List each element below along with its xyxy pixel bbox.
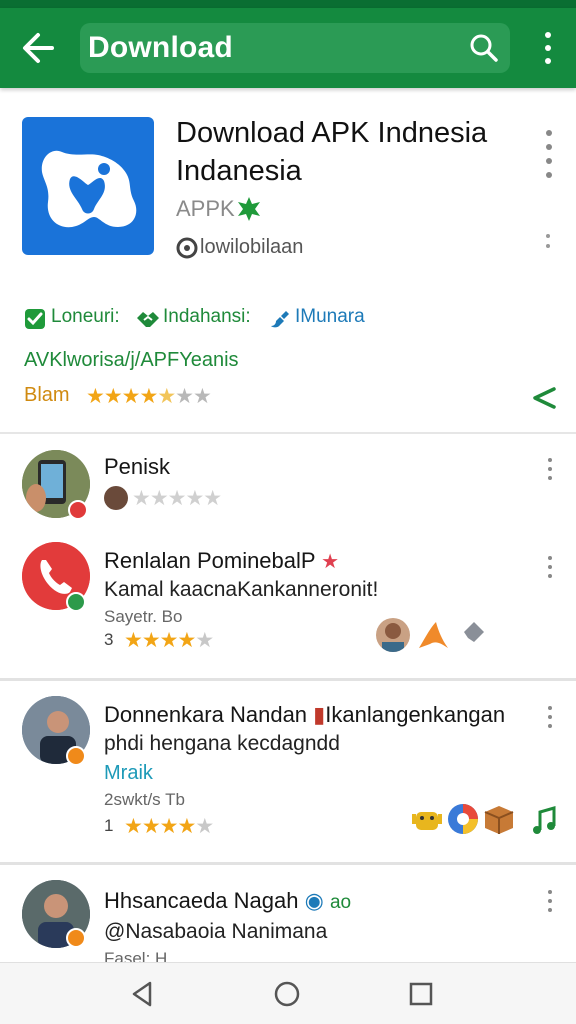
android-icon <box>410 802 444 836</box>
app-category: APPK <box>176 196 235 221</box>
app-title-line2: Indanesia <box>176 155 302 187</box>
home-nav-icon[interactable] <box>270 977 304 1011</box>
handshake-icon <box>136 308 159 330</box>
tags-row: Loneuri: Indahansi: IMunara <box>24 306 564 332</box>
search-bar[interactable]: Download <box>80 23 510 73</box>
pin-icon <box>454 618 488 652</box>
item-badge-icon <box>66 592 86 612</box>
item-title: Donnenkara Nandan ▮Ikanlangenkangan <box>104 702 506 727</box>
music-icon <box>530 806 558 836</box>
item-options-icon[interactable] <box>542 456 560 486</box>
browser-icon <box>446 802 480 836</box>
item-title: Hhsancaeda Nagah ◉ ao <box>104 888 352 913</box>
list-item[interactable]: Renlalan PominebalP ★ Kamal kaacnaKankan… <box>0 536 576 676</box>
item-title: Renlalan PominebalP ★ <box>104 548 340 573</box>
divider <box>0 432 576 434</box>
item-meta: Fasel: H <box>104 949 168 962</box>
search-icon[interactable] <box>468 32 500 64</box>
item-options-icon[interactable] <box>542 704 560 734</box>
reviewer-avatar <box>104 486 128 510</box>
item-stars: ★★★★★ <box>132 487 222 510</box>
reviewer-avatar <box>376 618 410 652</box>
app-details-screen: Download Download APK Indnesia Indanesia… <box>0 0 576 1024</box>
status-bar <box>0 0 576 8</box>
app-title-line1: Download APK Indnesia <box>176 117 488 149</box>
tag-label: Loneuri: <box>51 306 120 327</box>
divider <box>0 862 576 865</box>
list-item[interactable]: Hhsancaeda Nagah ◉ ao @Nasabaoia Naniman… <box>0 872 576 962</box>
item-link[interactable]: Mraik <box>104 762 153 785</box>
item-options-icon[interactable] <box>542 554 560 584</box>
developer-icon <box>176 237 198 259</box>
tag-label: IMunara <box>295 306 365 327</box>
item-subtitle: Kamal kaacnaKankanneronit! <box>104 578 379 601</box>
package-icon <box>482 802 516 836</box>
item-meta: Sayetr. Bo <box>104 607 183 626</box>
check-badge-icon <box>24 308 46 330</box>
item-meta: 2swkt/s Tb <box>104 790 185 809</box>
item-stars: ★★★★★ <box>124 815 214 838</box>
item-subtitle: phdi hengana kecdagndd <box>104 732 340 755</box>
editors-choice-icon <box>236 196 262 222</box>
item-rating-count: 3 <box>104 630 114 649</box>
share-icon[interactable] <box>530 384 558 412</box>
item-options-icon[interactable] <box>542 888 560 918</box>
item-badge-icon <box>68 500 88 520</box>
app-subtitle: AVKlworisa/j/APFYeanis <box>24 349 239 371</box>
rating-stars: ★★★★★★★ <box>86 385 212 408</box>
system-nav-bar <box>0 962 576 1024</box>
overflow-menu-icon[interactable] <box>536 30 560 66</box>
item-rating-count: 1 <box>104 816 114 835</box>
hand-icon <box>416 618 450 652</box>
recents-nav-icon[interactable] <box>404 977 438 1011</box>
app-title: Download APK Indnesia Indanesia <box>176 114 526 190</box>
developer-name: lowilobilaan <box>200 236 304 258</box>
search-title: Download <box>88 31 233 64</box>
divider <box>0 678 576 681</box>
tag-label: Indahansi: <box>163 306 251 327</box>
rating-label: Blam <box>24 384 70 406</box>
list-item[interactable]: Donnenkara Nandan ▮Ikanlangenkangan phdi… <box>0 688 576 860</box>
item-stars: ★★★★★ <box>124 629 214 652</box>
app-options-icon[interactable] <box>540 128 558 184</box>
item-badge-icon <box>66 746 86 766</box>
item-badge-icon <box>66 928 86 948</box>
item-title: Penisk <box>104 454 171 479</box>
back-arrow-icon[interactable] <box>18 28 62 68</box>
paint-icon <box>268 308 290 330</box>
developer-options-icon[interactable] <box>540 232 558 252</box>
list-item[interactable]: Penisk ★★★★★ <box>0 444 576 532</box>
app-icon <box>22 117 154 255</box>
app-bar: Download <box>0 8 576 88</box>
item-subtitle: @Nasabaoia Nanimana <box>104 920 328 943</box>
rating-row: Blam ★★★★★★★ <box>24 384 554 410</box>
back-nav-icon[interactable] <box>126 977 160 1011</box>
